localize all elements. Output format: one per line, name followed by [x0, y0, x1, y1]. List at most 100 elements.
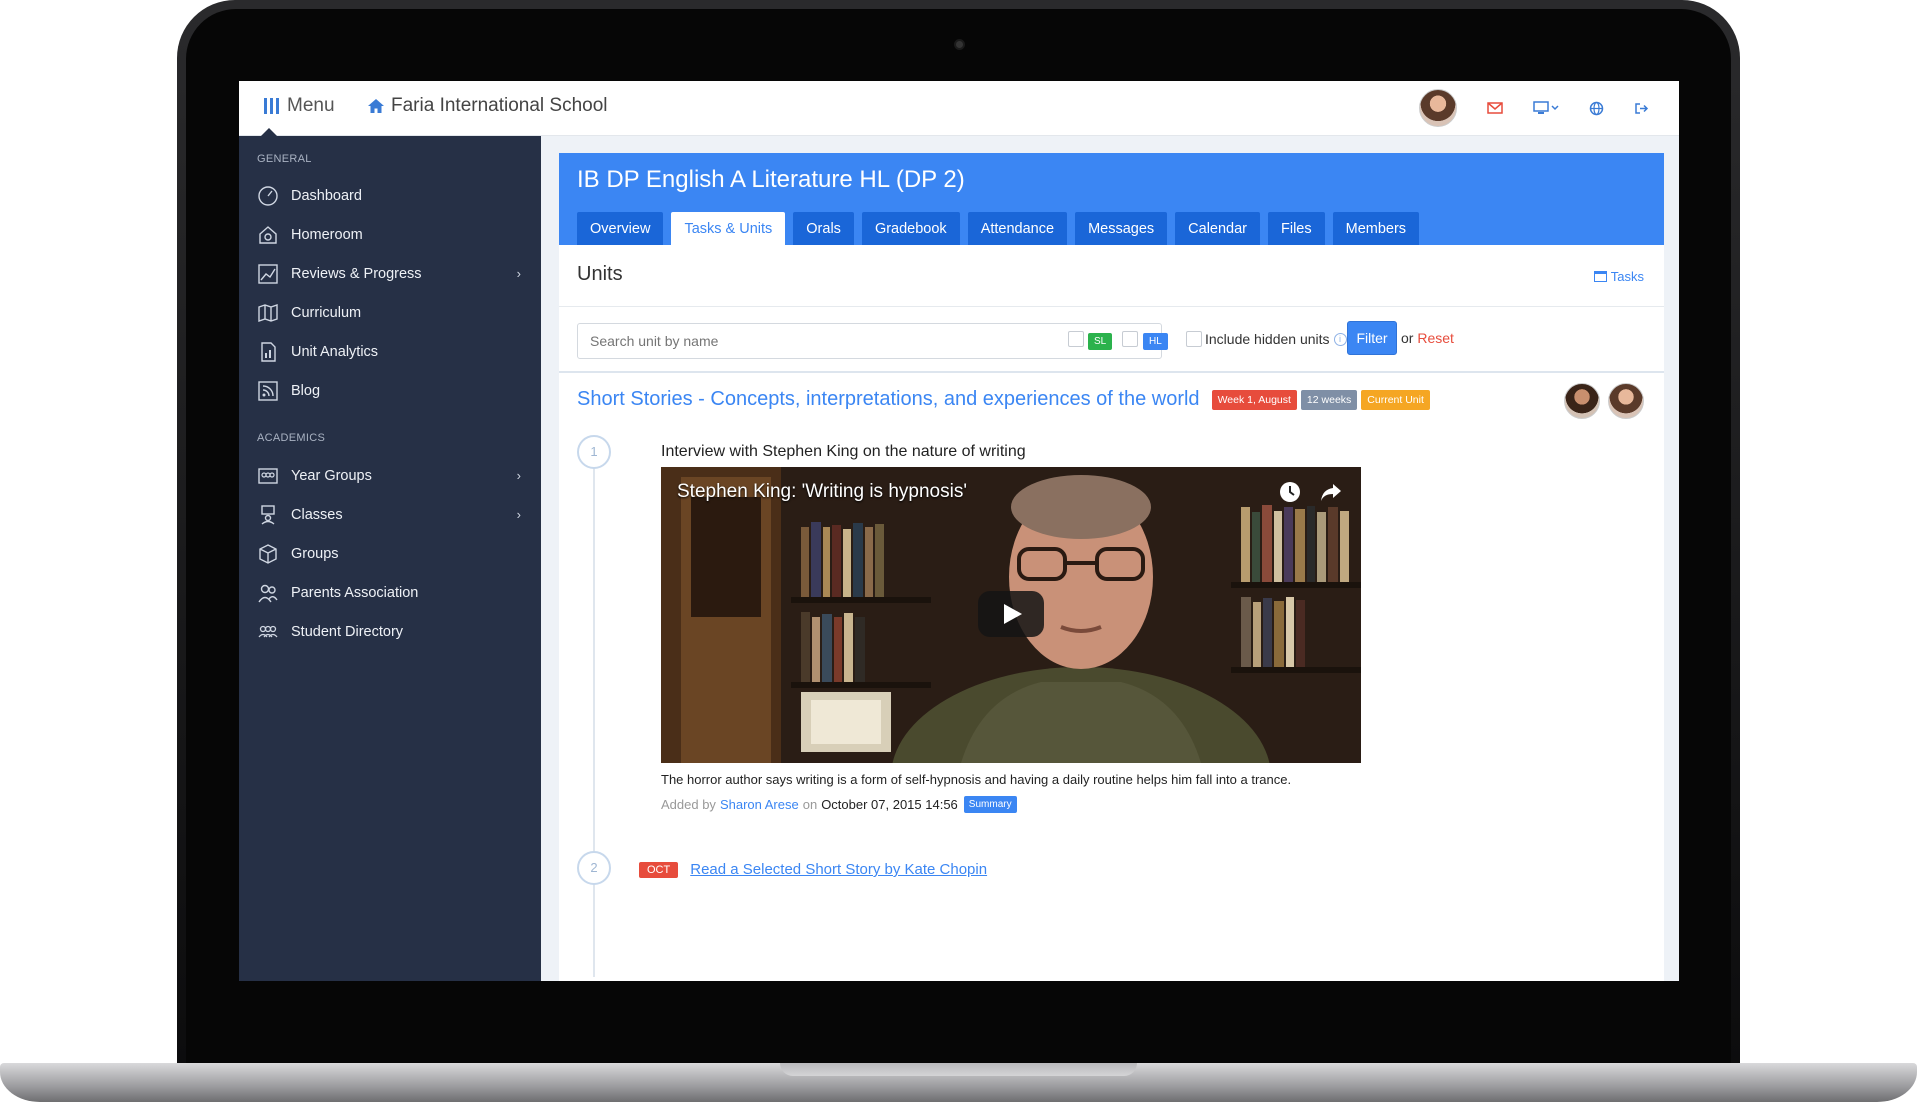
top-right-tools — [1419, 89, 1649, 127]
map-icon — [258, 303, 278, 322]
added-date: October 07, 2015 14:56 — [821, 797, 958, 812]
item-title: Interview with Stephen King on the natur… — [661, 443, 1026, 460]
menu-label: Menu — [287, 95, 335, 116]
sidebar-item-parents-association[interactable]: Parents Association — [239, 573, 541, 612]
laptop-notch — [780, 1063, 1137, 1076]
sidebar-item-curriculum[interactable]: Curriculum — [239, 293, 541, 332]
watch-later-icon[interactable] — [1279, 481, 1301, 503]
tab-messages[interactable]: Messages — [1075, 212, 1168, 245]
item-meta: Added by Sharon Arese on October 07, 201… — [661, 796, 1017, 813]
sidebar-section-general: GENERAL — [257, 153, 312, 165]
classes-icon — [261, 504, 275, 525]
analytics-icon — [261, 341, 276, 362]
menu-bars-icon — [264, 98, 279, 114]
tab-overview[interactable]: Overview — [577, 212, 664, 245]
year-groups-icon — [258, 467, 278, 484]
chevron-right-icon: › — [516, 468, 521, 483]
sidebar-item-homeroom[interactable]: Homeroom — [239, 215, 541, 254]
tasks-link-label: Tasks — [1610, 269, 1644, 284]
month-badge: OCT — [639, 861, 679, 878]
parents-icon — [258, 584, 278, 602]
sidebar-item-label: Dashboard — [291, 187, 362, 204]
teacher-avatar[interactable] — [1564, 383, 1600, 419]
chevron-right-icon: › — [516, 266, 521, 281]
laptop-frame: Menu Faria International School GENERAL — [0, 0, 1917, 1102]
summary-badge[interactable]: Summary — [963, 796, 1017, 813]
sidebar-item-label: Classes — [291, 506, 343, 523]
sidebar-item-reviews-progress[interactable]: Reviews & Progress › — [239, 254, 541, 293]
video-player[interactable]: Stephen King: 'Writing is hypnosis' — [661, 467, 1361, 763]
sl-badge: SL — [1088, 333, 1113, 350]
course-title: IB DP English A Literature HL (DP 2) — [577, 166, 965, 193]
sl-checkbox[interactable] — [1068, 331, 1084, 347]
info-icon[interactable]: i — [1333, 332, 1347, 346]
author-link[interactable]: Sharon Arese — [720, 797, 799, 812]
sidebar-item-label: Parents Association — [291, 584, 419, 601]
sidebar-item-year-groups[interactable]: Year Groups › — [239, 456, 541, 495]
or-label: or — [1401, 330, 1414, 346]
globe-icon[interactable] — [1589, 101, 1604, 116]
timeline-line — [593, 437, 595, 977]
sidebar-section-academics: ACADEMICS — [257, 432, 326, 444]
sidebar-item-dashboard[interactable]: Dashboard — [239, 176, 541, 215]
course-card: IB DP English A Literature HL (DP 2) Ove… — [559, 153, 1664, 981]
mail-icon[interactable] — [1487, 102, 1503, 114]
sidebar-item-label: Curriculum — [291, 304, 362, 321]
sidebar-item-classes[interactable]: Classes › — [239, 495, 541, 534]
include-hidden-text: Include hidden units — [1205, 331, 1330, 347]
sidebar-item-label: Reviews & Progress — [291, 265, 422, 282]
hl-badge: HL — [1143, 333, 1168, 350]
tab-files[interactable]: Files — [1268, 212, 1325, 245]
sidebar-item-label: Year Groups — [291, 467, 372, 484]
filter-button[interactable]: Filter — [1347, 321, 1397, 355]
filter-bar: SL HL Include hidden units i Filter or R… — [559, 307, 1664, 373]
on-label: on — [802, 797, 818, 812]
tab-tasks-units[interactable]: Tasks & Units — [671, 212, 786, 245]
step-number: 1 — [577, 435, 611, 469]
tasks-link[interactable]: Tasks — [1593, 269, 1644, 284]
next-item-row: OCT Read a Selected Short Story by Kate … — [639, 861, 987, 878]
tab-orals[interactable]: Orals — [793, 212, 854, 245]
monitor-icon[interactable] — [1533, 101, 1559, 115]
share-icon[interactable] — [1319, 481, 1343, 503]
rss-icon — [258, 380, 278, 401]
unit-current-pill: Current Unit — [1361, 389, 1430, 410]
hl-checkbox[interactable] — [1122, 331, 1138, 347]
units-header: Units Tasks — [559, 245, 1664, 307]
sidebar-item-groups[interactable]: Groups — [239, 534, 541, 573]
unit-avatars — [1564, 383, 1644, 419]
tab-attendance[interactable]: Attendance — [967, 212, 1068, 245]
sidebar-item-label: Unit Analytics — [291, 343, 379, 360]
calendar-icon — [1593, 271, 1607, 282]
play-icon[interactable] — [978, 591, 1044, 637]
sidebar-item-unit-analytics[interactable]: Unit Analytics — [239, 332, 541, 371]
school-link[interactable]: Faria International School — [367, 95, 608, 117]
sidebar: GENERAL Dashboard Homeroom Reviews & Pro… — [239, 136, 541, 981]
include-hidden-checkbox[interactable] — [1186, 331, 1202, 347]
top-bar: Menu Faria International School — [239, 81, 1679, 136]
teacher-avatar[interactable] — [1608, 383, 1644, 419]
unit-duration-pill: 12 weeks — [1300, 389, 1358, 410]
unit-title-link[interactable]: Short Stories - Concepts, interpretation… — [577, 388, 1200, 411]
or-reset: or Reset — [1401, 330, 1454, 346]
tab-members[interactable]: Members — [1332, 212, 1420, 245]
tab-calendar[interactable]: Calendar — [1175, 212, 1260, 245]
school-name: Faria International School — [391, 95, 608, 116]
user-avatar[interactable] — [1419, 89, 1457, 127]
menu-caret — [261, 128, 277, 136]
sidebar-item-student-directory[interactable]: Student Directory — [239, 612, 541, 651]
home-icon — [368, 99, 384, 113]
course-tabs: Overview Tasks & Units Orals Gradebook A… — [577, 212, 1420, 245]
include-hidden-label: Include hidden units i — [1205, 331, 1347, 347]
next-item-link[interactable]: Read a Selected Short Story by Kate Chop… — [690, 861, 987, 878]
menu-button[interactable]: Menu — [264, 95, 335, 117]
directory-icon — [258, 625, 278, 637]
logout-icon[interactable] — [1634, 102, 1649, 115]
sidebar-item-blog[interactable]: Blog — [239, 371, 541, 410]
units-title: Units — [577, 263, 623, 285]
reset-link[interactable]: Reset — [1417, 330, 1454, 346]
homeroom-icon — [259, 225, 277, 244]
tab-gradebook[interactable]: Gradebook — [861, 212, 960, 245]
video-caption: The horror author says writing is a form… — [661, 772, 1292, 787]
sidebar-item-label: Homeroom — [291, 226, 363, 243]
